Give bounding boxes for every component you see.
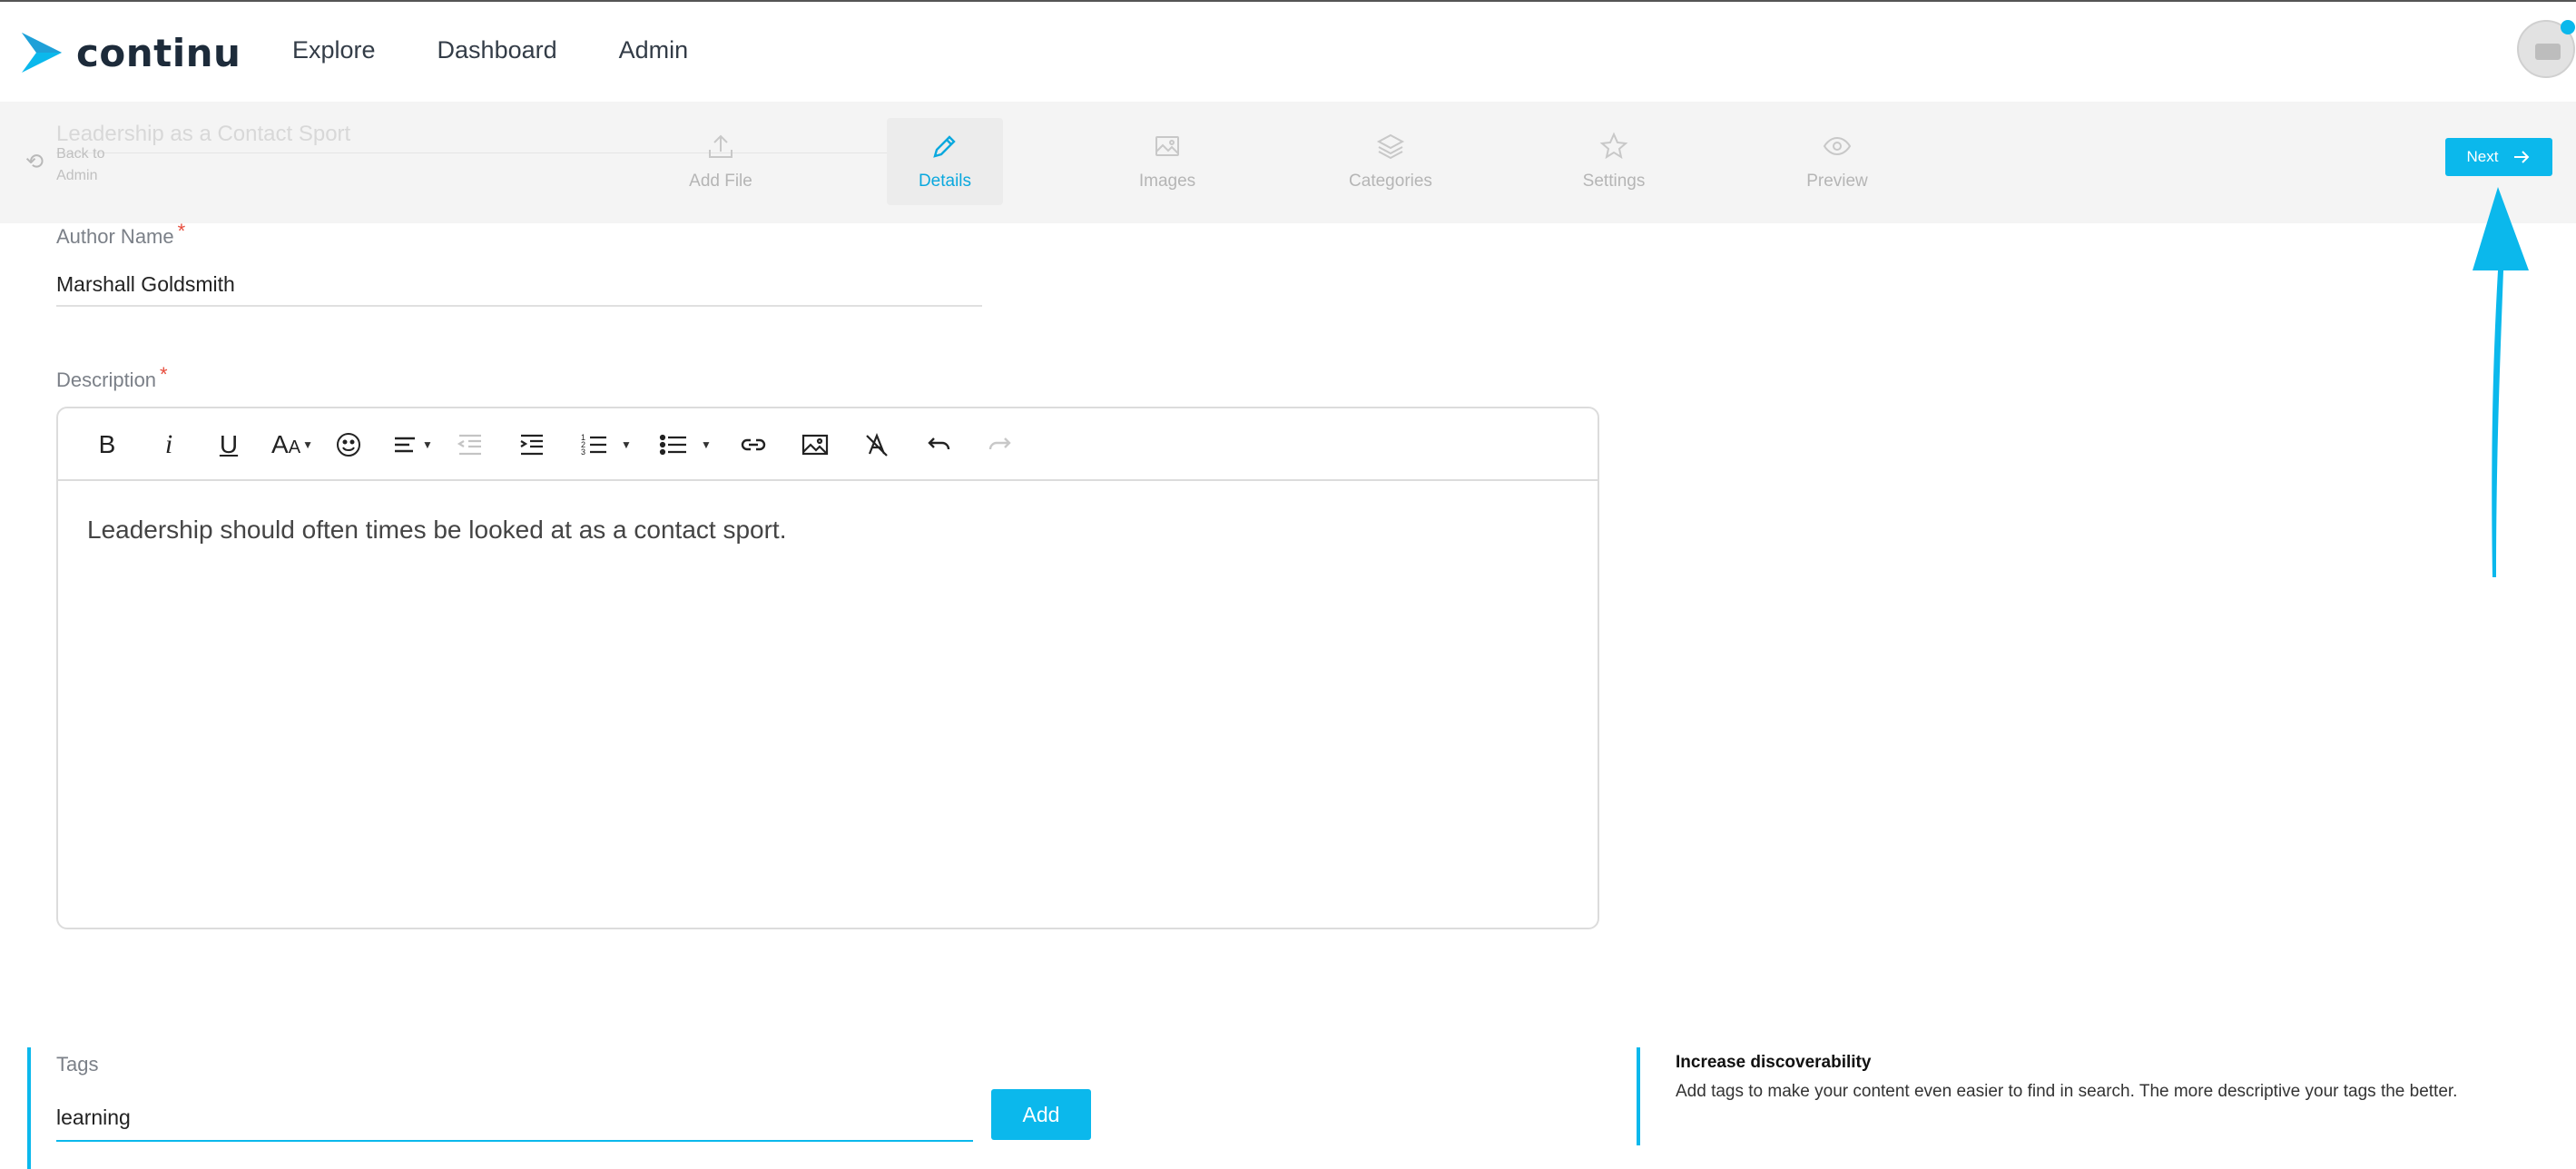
bullet-list-icon <box>659 434 687 456</box>
pencil-icon <box>933 135 956 158</box>
back-to-admin-link[interactable]: ⟲ Back to Admin <box>25 143 120 187</box>
svg-text:3: 3 <box>581 447 585 457</box>
description-label-text: Description <box>56 368 157 391</box>
upload-icon <box>709 134 732 158</box>
step-label: Categories <box>1349 172 1432 191</box>
bullet-list-button[interactable]: ▼ <box>654 427 717 463</box>
insert-image-button[interactable] <box>797 427 833 463</box>
redo-button[interactable] <box>982 427 1018 463</box>
step-add-file[interactable]: Add File <box>663 118 779 205</box>
step-bar: Leadership as a Contact Sport ⟲ Back to … <box>0 102 2576 223</box>
history-icon: ⟲ <box>25 150 44 174</box>
add-tag-button[interactable]: Add <box>991 1089 1091 1140</box>
description-label: Description * <box>56 363 168 392</box>
nav-explore[interactable]: Explore <box>292 36 376 64</box>
annotation-arrow-icon <box>2473 187 2529 577</box>
indent-icon <box>520 434 543 456</box>
eye-icon <box>1823 136 1852 156</box>
italic-icon: i <box>164 429 173 459</box>
app-logo[interactable]: continu <box>18 29 241 76</box>
outdent-button[interactable] <box>452 427 488 463</box>
caret-down-icon: ▼ <box>701 438 712 451</box>
editor-toolbar: B i U AA ▼ ▼ 1 2 3 ▼ ▼ <box>58 408 1598 481</box>
font-size-icon: AA <box>271 430 301 458</box>
step-preview[interactable]: Preview <box>1779 118 1895 205</box>
back-to-admin-label: Back to Admin <box>56 146 105 183</box>
underline-button[interactable]: U <box>211 427 247 463</box>
arrow-right-icon <box>2514 151 2530 163</box>
indent-button[interactable] <box>514 427 550 463</box>
caret-down-icon: ▼ <box>422 438 433 451</box>
emoji-button[interactable] <box>330 427 367 463</box>
caret-down-icon: ▼ <box>621 438 632 451</box>
author-name-label-text: Author Name <box>56 225 174 248</box>
nav-dashboard[interactable]: Dashboard <box>438 36 557 64</box>
italic-button[interactable]: i <box>151 427 187 463</box>
align-button[interactable]: ▼ <box>385 427 439 463</box>
insert-link-button[interactable] <box>735 427 772 463</box>
info-title: Increase discoverability <box>1676 1053 1872 1072</box>
link-icon <box>741 438 766 451</box>
info-text: Add tags to make your content even easie… <box>1676 1082 2458 1101</box>
align-left-icon <box>395 437 416 453</box>
logo-text: continu <box>76 30 241 75</box>
clear-format-button[interactable] <box>859 427 895 463</box>
layers-icon <box>1376 133 1405 160</box>
ordered-list-button[interactable]: 1 2 3 ▼ <box>574 427 637 463</box>
required-asterisk: * <box>160 363 168 386</box>
step-images[interactable]: Images <box>1109 118 1225 205</box>
notification-dot <box>2561 20 2575 34</box>
continu-logo-icon <box>22 33 62 73</box>
avatar-placeholder-icon <box>2535 44 2561 60</box>
info-accent-bar <box>1637 1047 1640 1145</box>
nav-admin[interactable]: Admin <box>619 36 689 64</box>
bold-button[interactable]: B <box>89 427 125 463</box>
description-content[interactable]: Leadership should often times be looked … <box>87 516 786 545</box>
undo-button[interactable] <box>920 427 957 463</box>
step-label: Details <box>918 172 972 191</box>
emoji-icon <box>337 433 360 457</box>
image-icon <box>801 434 829 456</box>
rich-text-editor: B i U AA ▼ ▼ 1 2 3 ▼ ▼ Leadership should… <box>56 407 1599 929</box>
step-categories[interactable]: Categories <box>1332 118 1449 205</box>
step-label: Preview <box>1806 172 1868 191</box>
ordered-list-icon: 123 <box>581 433 607 457</box>
image-icon <box>1155 136 1179 156</box>
author-name-label: Author Name * <box>56 220 185 249</box>
font-size-button[interactable]: AA ▼ <box>265 427 320 463</box>
step-label: Settings <box>1582 172 1646 191</box>
app-header: continu Explore Dashboard Admin <box>0 2 2576 102</box>
tags-label: Tags <box>56 1053 99 1076</box>
tags-accent-bar <box>27 1047 31 1169</box>
tags-input[interactable] <box>56 1095 973 1142</box>
star-icon <box>1599 132 1628 160</box>
user-avatar[interactable] <box>2517 20 2575 78</box>
next-button[interactable]: Next <box>2445 138 2552 176</box>
undo-icon <box>928 437 950 450</box>
caret-down-icon: ▼ <box>302 438 313 451</box>
step-label: Add File <box>689 172 752 191</box>
required-asterisk: * <box>177 220 186 242</box>
clear-format-icon <box>866 433 888 457</box>
next-button-label: Next <box>2466 148 2499 165</box>
outdent-icon <box>457 434 481 456</box>
main-nav: Explore Dashboard Admin <box>292 36 688 64</box>
step-settings[interactable]: Settings <box>1556 118 1672 205</box>
author-name-input[interactable] <box>56 263 982 307</box>
bold-icon: B <box>98 430 116 458</box>
step-details[interactable]: Details <box>887 118 1003 205</box>
redo-icon <box>988 437 1011 450</box>
underline-icon: U <box>219 430 239 458</box>
step-label: Images <box>1138 172 1196 191</box>
